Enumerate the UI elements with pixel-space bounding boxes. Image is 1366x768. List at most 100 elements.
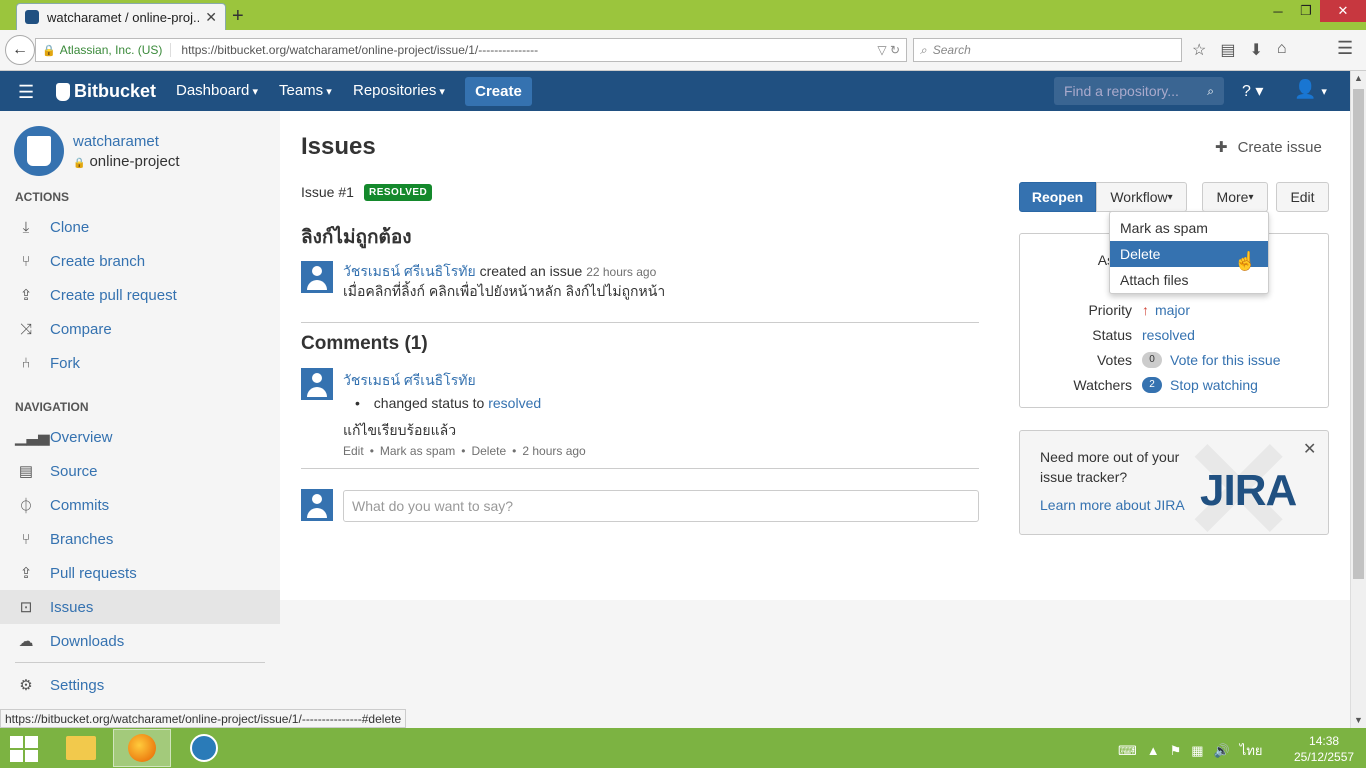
author-link[interactable]: วัชรเมธน์ ศรีเนธิโรทัย: [343, 263, 476, 279]
status-value-link[interactable]: resolved: [1142, 327, 1195, 343]
sidebar-item-label: Clone: [50, 218, 90, 236]
edit-button[interactable]: Edit: [1276, 182, 1329, 212]
nav-teams[interactable]: Teams: [279, 82, 332, 99]
scroll-up-icon[interactable]: ▲: [1354, 73, 1363, 83]
more-button[interactable]: More: [1202, 182, 1268, 212]
jira-promo: ✕ Need more out of your issue tracker? L…: [1019, 430, 1329, 535]
create-button[interactable]: Create: [465, 77, 532, 106]
tray-expand-icon[interactable]: ▲: [1147, 743, 1160, 758]
reading-list-icon[interactable]: ▤: [1220, 40, 1235, 60]
workflow-button[interactable]: Workflow: [1096, 182, 1187, 212]
repository-name[interactable]: 🔒 online-project: [73, 153, 180, 170]
sidebar-item-commits[interactable]: ⏀ Commits: [0, 488, 280, 522]
priority-link[interactable]: major: [1155, 302, 1190, 318]
windows-taskbar: ⌨ ▲ ⚑ ▦ 🔊 ไทย 14:38 25/12/2557: [0, 728, 1366, 768]
sidebar-item-issues[interactable]: ⊡ Issues: [0, 590, 280, 624]
sidebar-item-label: Create pull request: [50, 286, 177, 304]
taskbar-sourcetree[interactable]: [175, 729, 233, 767]
repository-search-placeholder: Find a repository...: [1064, 83, 1179, 99]
reopen-button[interactable]: Reopen: [1019, 182, 1096, 212]
sidebar-item-fork[interactable]: ⑃ Fork: [0, 346, 280, 380]
stop-watching-link[interactable]: Stop watching: [1170, 377, 1258, 393]
sidebar-item-label: Branches: [50, 530, 114, 548]
repository-search-input[interactable]: Find a repository... ⌕: [1054, 77, 1224, 105]
close-window-button[interactable]: ✕: [1320, 0, 1366, 22]
windows-start-icon[interactable]: [10, 736, 38, 762]
input-language[interactable]: ไทย: [1240, 740, 1263, 761]
url-text[interactable]: https://bitbucket.org/watcharamet/online…: [181, 43, 871, 57]
user-avatar-icon[interactable]: 👤 ▾: [1294, 79, 1327, 100]
scrollbar-thumb[interactable]: [1353, 89, 1364, 579]
clock-date: 25/12/2557: [1294, 750, 1355, 764]
priority-row: Priority ↑ major: [1020, 297, 1330, 322]
plus-icon: ✚: [1215, 139, 1228, 156]
help-icon[interactable]: ? ▾: [1242, 81, 1263, 101]
jira-learn-more-link[interactable]: Learn more about JIRA: [1040, 497, 1185, 513]
sidebar-item-label: Pull requests: [50, 564, 137, 582]
priority-arrow-icon: ↑: [1142, 301, 1149, 318]
minimize-button[interactable]: ─: [1264, 0, 1292, 22]
author-avatar[interactable]: [301, 261, 333, 293]
download-icon[interactable]: ⬇: [1249, 40, 1262, 60]
vote-link[interactable]: Vote for this issue: [1170, 352, 1281, 368]
maximize-button[interactable]: ❐: [1292, 0, 1320, 22]
bucket-logo-icon: [56, 82, 70, 101]
status-link[interactable]: resolved: [488, 395, 541, 411]
commenter-link[interactable]: วัชรเมธน์ ศรีเนธิโรทัย: [343, 370, 476, 392]
menu-item-mark-as-spam[interactable]: Mark as spam: [1110, 215, 1268, 241]
taskbar-file-explorer[interactable]: [52, 729, 110, 767]
created-text: created an issue: [479, 263, 583, 279]
nav-repositories[interactable]: Repositories: [353, 82, 445, 99]
repository-avatar[interactable]: [14, 126, 64, 176]
sidebar-item-downloads[interactable]: ☁ Downloads: [0, 624, 280, 658]
browser-menu-icon[interactable]: ☰: [1337, 38, 1353, 59]
sidebar-item-overview[interactable]: ▁▃▅ Overview: [0, 420, 280, 454]
create-issue-button[interactable]: ✚ Create issue: [1215, 138, 1322, 156]
network-icon[interactable]: ▦: [1191, 743, 1203, 759]
sidebar-item-pull-requests[interactable]: ⇪ Pull requests: [0, 556, 280, 590]
sidebar-item-create-pull-request[interactable]: ⇪ Create pull request: [0, 278, 280, 312]
close-icon[interactable]: ✕: [1303, 439, 1316, 459]
branch-icon: ⑂: [21, 530, 31, 548]
branch-icon: ⑂: [21, 252, 31, 270]
volume-icon[interactable]: 🔊: [1214, 743, 1230, 759]
sidebar-item-label: Overview: [50, 428, 113, 446]
browser-tab[interactable]: watcharamet / online-proj... ✕: [16, 3, 226, 30]
comment-input[interactable]: What do you want to say?: [343, 490, 979, 522]
close-tab-icon[interactable]: ✕: [205, 9, 217, 26]
change-prefix: changed status to: [373, 395, 485, 411]
commenter-avatar[interactable]: [301, 368, 333, 400]
taskbar-firefox[interactable]: [113, 729, 171, 767]
flag-icon[interactable]: ⚑: [1170, 743, 1182, 759]
sidebar-item-branches[interactable]: ⑂ Branches: [0, 522, 280, 556]
bitbucket-logo[interactable]: Bitbucket: [56, 81, 156, 102]
taskbar-clock[interactable]: 14:38 25/12/2557: [1294, 733, 1354, 765]
url-bar[interactable]: 🔒 Atlassian, Inc. (US) https://bitbucket…: [35, 38, 907, 62]
keyboard-icon[interactable]: ⌨: [1118, 743, 1137, 759]
comments-heading: Comments (1): [301, 333, 428, 354]
nav-dashboard[interactable]: Dashboard: [176, 82, 258, 99]
page-scrollbar[interactable]: ▲ ▼: [1350, 71, 1366, 728]
sidebar-item-clone[interactable]: ⤓ Clone: [0, 210, 280, 244]
sidebar-item-create-branch[interactable]: ⑂ Create branch: [0, 244, 280, 278]
fork-icon: ⑃: [21, 354, 31, 372]
comment-spam-link[interactable]: Mark as spam: [380, 444, 455, 458]
pull-request-icon: ⇪: [19, 287, 33, 304]
sidebar-item-compare[interactable]: ⤨ Compare: [0, 312, 280, 346]
browser-search-input[interactable]: ⌕ Search: [913, 38, 1182, 62]
new-tab-button[interactable]: +: [232, 5, 244, 28]
bookmark-star-icon[interactable]: ☆: [1192, 40, 1206, 60]
reload-icon[interactable]: ▽ ↻: [877, 43, 900, 57]
sidebar-item-settings[interactable]: ⚙ Settings: [0, 668, 280, 702]
hamburger-menu-icon[interactable]: ☰: [18, 82, 34, 103]
home-icon[interactable]: ⌂: [1277, 40, 1287, 60]
back-button[interactable]: ←: [5, 35, 35, 65]
avatar-body-icon: [307, 508, 327, 518]
sidebar-item-source[interactable]: ▤ Source: [0, 454, 280, 488]
sidebar-item-label: Compare: [50, 320, 112, 338]
comment-edit-link[interactable]: Edit: [343, 444, 364, 458]
scroll-down-icon[interactable]: ▼: [1354, 715, 1363, 725]
repository-owner-link[interactable]: watcharamet: [73, 133, 159, 150]
watchers-count-badge: 2: [1142, 376, 1162, 393]
comment-delete-link[interactable]: Delete: [471, 444, 506, 458]
